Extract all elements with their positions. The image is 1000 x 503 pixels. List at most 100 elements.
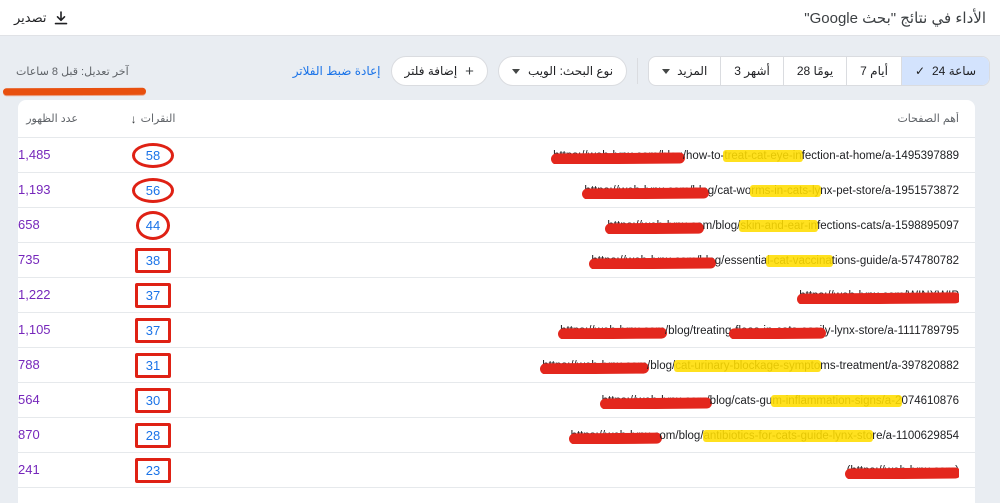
table-header-row: أهم الصفحات النقرات ↓ عدد الظهور — [18, 100, 975, 138]
impressions-cell: 870 — [18, 426, 78, 444]
page-url-link[interactable]: https://web-lynx.com/blog/how-to-treat-c… — [553, 150, 959, 162]
impressions-value: 1,222 — [18, 287, 51, 302]
redaction-yellow-highlight: l-cat-vaccina — [766, 255, 833, 267]
redaction-red-marker: -fleas-in-cats-easil — [731, 325, 825, 337]
url-text: re/a-1100629854 — [872, 430, 959, 442]
clicks-value: 56 — [145, 182, 161, 198]
redaction-yellow-highlight: skin-and-ear-in — [739, 220, 818, 232]
impressions-cell: 1,485 — [18, 146, 78, 164]
date-range-tabs: 24 ساعة ✓ 7 أيام 28 يومًا 3 أشهر المزيد — [648, 56, 990, 86]
page-url-cell: https://web-lynx.com/blog/how-to-treat-c… — [228, 146, 959, 164]
table-row: https://web-lynx.com/blog/cat-worms-in-c… — [18, 173, 975, 208]
sort-descending-icon: ↓ — [130, 111, 137, 126]
annotation-circle: 58 — [131, 142, 175, 168]
annotation-square: 37 — [134, 317, 172, 343]
page-url-link[interactable]: https://web-lynx.com/blog/essential-cat-… — [591, 255, 959, 267]
redaction-yellow-highlight: rms-in-cats-ly — [750, 185, 822, 197]
annotation-square: 31 — [134, 352, 172, 378]
date-tab-2[interactable]: 7 أيام — [846, 57, 901, 85]
impressions-value: 1,105 — [18, 322, 51, 337]
url-text: fections-cats/a-1598895097 — [817, 220, 959, 232]
date-tab-label: 28 يومًا — [796, 64, 834, 78]
redaction-yellow-highlight: m-inflammation-signs/a-2 — [771, 395, 903, 407]
redaction-yellow-highlight: antibiotics-for-cats-guide-lynx-sto — [702, 430, 873, 442]
annotation-square: 23 — [134, 457, 172, 483]
url-text: g/essentia — [714, 255, 768, 267]
page-url-link[interactable]: (https://web-lynx.com) — [847, 465, 959, 477]
add-filter-button[interactable]: + إضافة فلتر — [390, 56, 488, 86]
table-row: https://web-lynx.com/blog/essential-cat-… — [18, 243, 975, 278]
url-text: g/cat-wo — [707, 185, 752, 197]
annotation-square: 38 — [134, 247, 172, 273]
impressions-cell: 564 — [18, 391, 78, 409]
redaction-red-marker: https://web-lynx.com/blo — [591, 255, 715, 267]
annotation-marker-underline — [2, 87, 147, 96]
clicks-value: 38 — [145, 252, 161, 268]
date-tab-label: 7 أيام — [860, 64, 888, 78]
annotation-circle: 44 — [135, 210, 171, 240]
download-icon — [54, 10, 68, 25]
date-tab-4[interactable]: 3 أشهر — [720, 57, 783, 85]
reset-filters-link[interactable]: إعادة ضبط الفلاتر — [293, 64, 381, 78]
url-text: 074610876 — [901, 395, 959, 407]
page-url-cell: https://web-lynx.com/blog/cats-gum-infla… — [228, 391, 959, 409]
page-url-link[interactable]: https://web-lynx.com/blog/cats-gum-infla… — [602, 395, 959, 407]
column-header-clicks[interactable]: النقرات ↓ — [78, 112, 228, 126]
impressions-cell: 788 — [18, 356, 78, 374]
table-row: https://web-lynx.com/blog/how-to-treat-c… — [18, 138, 975, 173]
redaction-red-marker: https://web-lynx.com — [560, 325, 665, 337]
search-type-button[interactable]: نوع البحث: الويب — [497, 56, 628, 86]
annotation-square: 30 — [134, 387, 172, 413]
page-url-cell: https://web-lynx.com/blog/cat-urinary-bl… — [228, 356, 959, 374]
column-header-impressions[interactable]: عدد الظهور — [18, 112, 78, 125]
page-url-link[interactable]: https://web-lynx.com/WINXWIP — [799, 290, 959, 302]
impressions-cell: 241 — [18, 461, 78, 479]
table-body: https://web-lynx.com/blog/how-to-treat-c… — [18, 138, 975, 488]
impressions-cell: 735 — [18, 251, 78, 269]
clicks-cell: 38 — [78, 247, 228, 273]
page-url-cell: https://web-lynx.com/blog/treating-fleas… — [228, 321, 959, 339]
impressions-cell: 1,105 — [18, 321, 78, 339]
impressions-value: 1,193 — [18, 182, 51, 197]
chevron-down-icon — [662, 68, 671, 74]
url-text: nx-pet-store/a-1951573872 — [820, 185, 959, 197]
page-url-link[interactable]: https://web-lynx.com/blog/skin-and-ear-i… — [607, 220, 959, 232]
clicks-value: 28 — [145, 427, 161, 443]
clicks-value: 37 — [145, 322, 161, 338]
impressions-value: 788 — [18, 357, 40, 372]
url-text: y-lynx-store/a-1111789795 — [824, 325, 959, 337]
redaction-red-marker: https://web-lynx.com — [542, 360, 648, 372]
page-url-cell: https://web-lynx.com/WINXWIP — [228, 286, 959, 304]
page-url-cell: https://web-lynx.com/blog/antibiotics-fo… — [228, 426, 959, 444]
table-row: https://web-lynx.com/blog/cat-urinary-bl… — [18, 348, 975, 383]
page-url-link[interactable]: https://web-lynx.com/blog/antibiotics-fo… — [571, 430, 959, 442]
clicks-cell: 28 — [78, 422, 228, 448]
date-tab-label: 3 أشهر — [734, 64, 770, 78]
page-url-link[interactable]: https://web-lynx.com/blog/cat-urinary-bl… — [542, 360, 959, 372]
date-tab-1[interactable]: 24 ساعة ✓ — [900, 57, 989, 85]
page-url-link[interactable]: https://web-lynx.com/blog/treating-fleas… — [560, 325, 959, 337]
date-tab-label: المزيد — [677, 64, 708, 78]
column-header-pages: أهم الصفحات — [897, 113, 959, 125]
check-icon: ✓ — [914, 64, 925, 78]
page-url-cell: https://web-lynx.com/blog/cat-worms-in-c… — [228, 181, 959, 199]
url-text: /blog/ — [647, 360, 676, 372]
table-row: (https://web-lynx.com) 23 241 — [18, 453, 975, 488]
redaction-red-marker: https://web-lynx.com/blo — [584, 185, 708, 197]
table-row: https://web-lynx.com/blog/antibiotics-fo… — [18, 418, 975, 453]
page-url-link[interactable]: https://web-lynx.com/blog/cat-worms-in-c… — [584, 185, 959, 197]
clicks-value: 31 — [145, 357, 161, 373]
impressions-value: 870 — [18, 427, 40, 442]
redaction-red-marker: https://web-lynx.c — [570, 430, 660, 442]
clicks-value: 23 — [145, 462, 161, 478]
export-button[interactable]: تصدير — [14, 10, 68, 26]
date-tab-5[interactable]: المزيد — [649, 57, 720, 85]
clicks-cell: 37 — [78, 282, 228, 308]
url-text: ms-treatment/a-397820882 — [820, 360, 959, 372]
page-url-cell: https://web-lynx.com/blog/skin-and-ear-i… — [228, 216, 959, 234]
impressions-value: 1,485 — [18, 147, 51, 162]
date-tab-3[interactable]: 28 يومًا — [782, 57, 846, 85]
redaction-red-marker: https://web-lynx.co — [607, 220, 703, 232]
chevron-down-icon — [511, 68, 520, 74]
annotation-square: 28 — [134, 422, 172, 448]
